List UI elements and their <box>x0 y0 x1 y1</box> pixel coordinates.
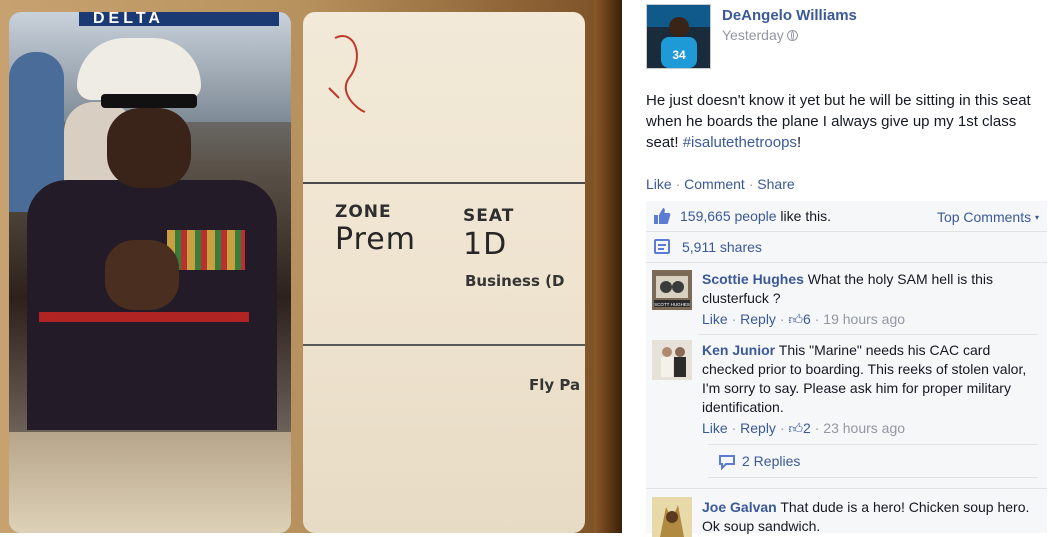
commenter-avatar-caption: SCOTT HUGHES <box>654 302 690 307</box>
comment-body: Scottie Hughes What the holy SAM hell is… <box>702 270 1038 329</box>
pass-fly: Fly Pa <box>529 376 581 394</box>
photo-marine-seated: DELTA <box>9 12 291 533</box>
photo-seat <box>9 432 291 533</box>
commenter-avatar-image: SCOTT HUGHES <box>652 270 692 310</box>
author-avatar-image: 34 <box>647 5 710 68</box>
replies-row[interactable]: 2 Replies <box>708 444 1038 478</box>
photo-boarding-pass: ZONE SEAT Prem 1D Business (D Fly Pa <box>303 12 585 533</box>
red-ink-mark <box>328 35 366 113</box>
post-timestamp[interactable]: Yesterday <box>722 27 784 43</box>
shares-row: 5,911 shares <box>646 232 1047 263</box>
commenter-avatar-image <box>652 340 692 380</box>
author-avatar[interactable]: 34 <box>646 4 711 69</box>
comment-like-count[interactable]: 👍︎2 <box>788 420 810 436</box>
top-comments-label: Top Comments <box>936 209 1032 225</box>
pass-class: Business (D <box>465 272 565 290</box>
action-separator: · <box>675 176 681 192</box>
caret-down-icon: ▾ <box>1034 213 1039 222</box>
avatar-jersey-number: 34 <box>672 48 686 62</box>
comment-divider <box>646 488 1047 489</box>
thumbs-up-icon: 👍︎ <box>788 420 804 436</box>
commenter-name[interactable]: Ken Junior <box>702 342 775 358</box>
photo-marine-cap <box>77 38 201 100</box>
globe-icon[interactable] <box>786 30 798 41</box>
pass-zone-value: Prem <box>335 222 416 257</box>
commenter-avatar-image <box>652 497 692 537</box>
photo-hands <box>105 240 179 310</box>
airline-logo-strip: DELTA <box>79 12 279 27</box>
post-message-end: ! <box>796 134 802 151</box>
pass-rule <box>303 182 585 184</box>
feedback-box: 159,665 people like this. Top Comments ▾… <box>646 201 1047 537</box>
post-message: He just doesn't know it yet but he will … <box>646 90 1046 153</box>
commenter-avatar[interactable]: SCOTT HUGHES <box>652 270 692 310</box>
facebook-post: 34 DeAngelo Williams Yesterday He just d… <box>646 0 1048 537</box>
post-actions: Like · Comment · Share <box>646 176 795 192</box>
pass-seat-label: SEAT <box>463 206 515 226</box>
comment-like-count[interactable]: 👍︎6 <box>788 311 810 327</box>
comment-like-link[interactable]: Like <box>702 420 728 436</box>
pass-rule <box>303 344 585 346</box>
action-separator: · <box>748 176 754 192</box>
thumbs-up-icon <box>654 208 671 224</box>
likes-summary: 159,665 people like this. <box>680 208 831 224</box>
airline-logo-text: DELTA <box>93 12 164 27</box>
commenter-name[interactable]: Scottie Hughes <box>702 271 804 287</box>
pass-seat-value: 1D <box>463 227 508 262</box>
thumbs-up-icon: 👍︎ <box>788 311 804 327</box>
pass-zone-label: ZONE <box>335 202 392 222</box>
comment-time[interactable]: 19 hours ago <box>823 311 905 327</box>
likes-summary-row: 159,665 people like this. Top Comments ▾ <box>646 201 1047 232</box>
like-link[interactable]: Like <box>646 176 672 192</box>
comment-reply-link[interactable]: Reply <box>740 311 776 327</box>
shares-link[interactable]: 5,911 shares <box>682 239 762 255</box>
reply-bubble-icon <box>719 455 735 470</box>
comment-reply-link[interactable]: Reply <box>740 420 776 436</box>
share-link[interactable]: Share <box>757 176 794 192</box>
comment-link[interactable]: Comment <box>684 176 745 192</box>
post-author-name[interactable]: DeAngelo Williams <box>722 7 857 24</box>
post-photo[interactable]: DELTA ZONE SEAT Prem 1D Business (D Fly … <box>0 0 622 533</box>
comment-body: Ken Junior This "Marine" needs his CAC c… <box>702 341 1038 438</box>
commenter-name[interactable]: Joe Galvan <box>702 499 777 515</box>
comment-like-number: 6 <box>803 311 811 327</box>
share-icon <box>654 239 670 254</box>
photo-cap-visor <box>101 94 197 108</box>
photo-frame-edge <box>594 0 622 533</box>
likes-count-link[interactable]: 159,665 people <box>680 208 777 224</box>
commenter-avatar[interactable] <box>652 340 692 380</box>
comment-time[interactable]: 23 hours ago <box>823 420 905 436</box>
top-comments-dropdown[interactable]: Top Comments ▾ <box>937 209 1039 225</box>
photo-face <box>107 108 191 188</box>
comment-like-link[interactable]: Like <box>702 311 728 327</box>
comment-like-number: 2 <box>803 420 811 436</box>
view-replies-link[interactable]: 2 Replies <box>742 453 800 469</box>
photo-uniform-stripe <box>39 312 249 322</box>
hashtag-link[interactable]: #isalutethetroops <box>683 134 797 151</box>
post-timestamp-row: Yesterday <box>722 27 798 43</box>
comment-meta: Like · Reply · 👍︎2 · 23 hours ago <box>702 420 906 436</box>
commenter-avatar[interactable] <box>652 497 692 537</box>
likes-suffix: like this. <box>776 208 832 224</box>
comment-meta: Like · Reply · 👍︎6 · 19 hours ago <box>702 311 906 327</box>
comment-divider <box>698 334 1038 335</box>
comment-body: Joe Galvan That dude is a hero! Chicken … <box>702 498 1038 536</box>
